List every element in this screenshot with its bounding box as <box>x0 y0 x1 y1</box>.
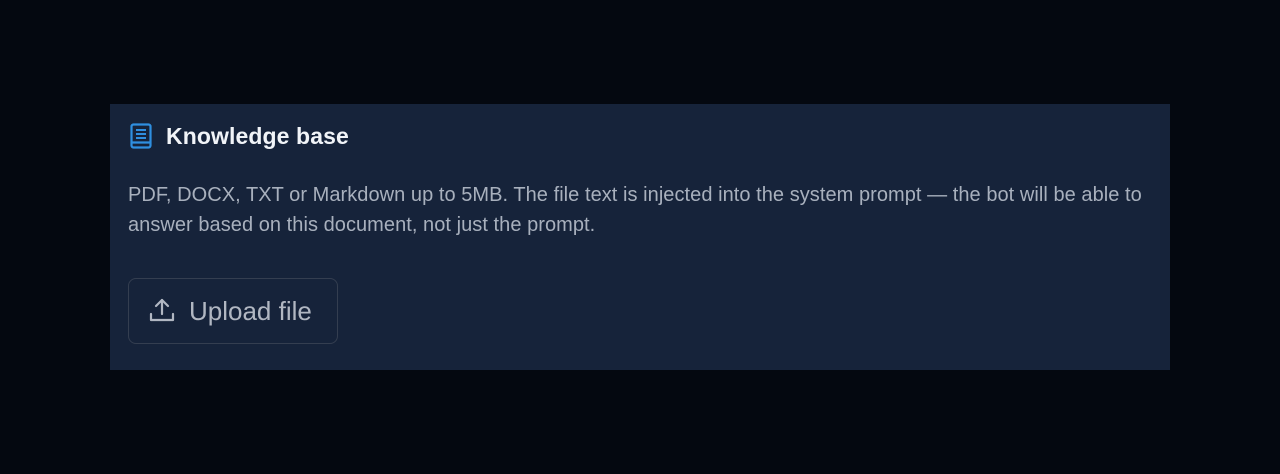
upload-icon <box>147 296 177 326</box>
upload-file-label: Upload file <box>189 295 312 326</box>
book-icon <box>128 123 154 149</box>
knowledge-base-card: Knowledge base PDF, DOCX, TXT or Markdow… <box>110 104 1170 370</box>
card-title: Knowledge base <box>166 122 349 149</box>
upload-file-button[interactable]: Upload file <box>128 278 338 344</box>
card-description: PDF, DOCX, TXT or Markdown up to 5MB. Th… <box>128 184 1142 236</box>
card-header: Knowledge base <box>128 122 349 150</box>
